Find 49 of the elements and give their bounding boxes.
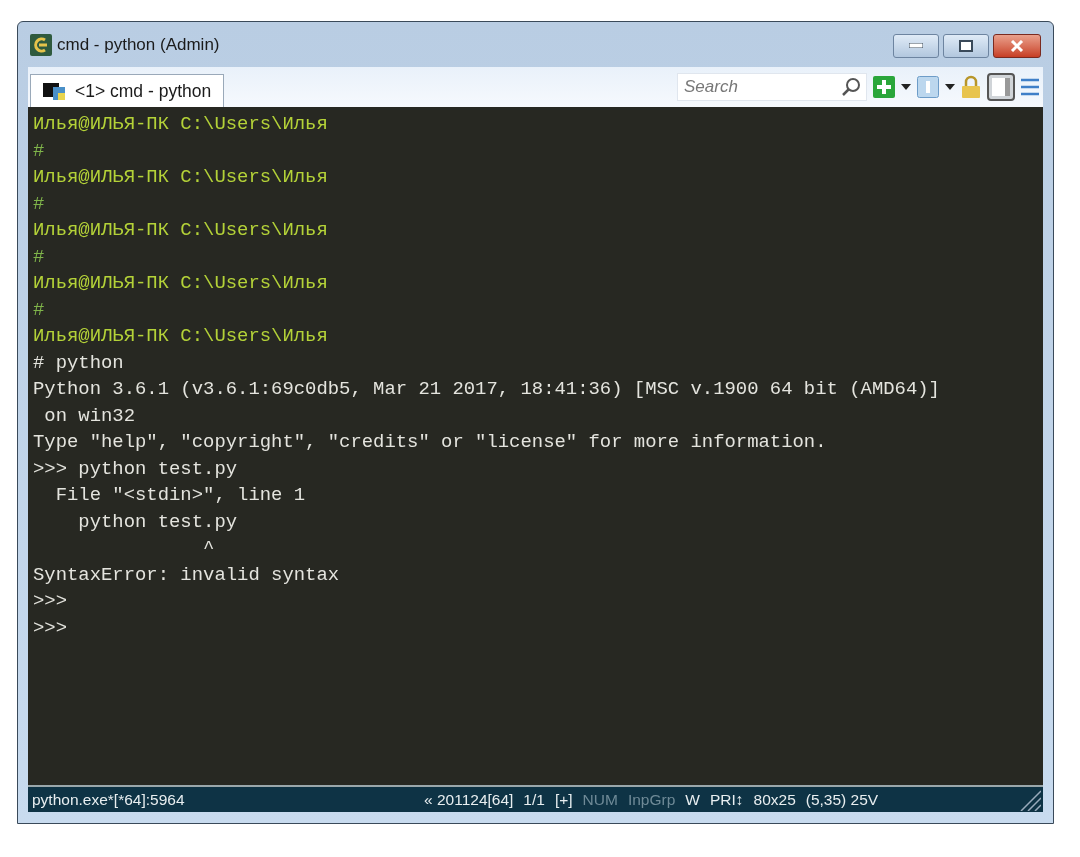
console-line: Илья@ИЛЬЯ-ПК C:\Users\Илья — [33, 218, 328, 243]
status-item: 80x25 — [753, 789, 796, 810]
console-line: Python 3.6.1 (v3.6.1:69c0db5, Mar 21 2017, 18:41:36) [MSC v.1900 64 bit (AMD64)] — [33, 377, 940, 402]
caret-icon[interactable] — [945, 84, 955, 90]
close-button[interactable] — [993, 33, 1041, 58]
console-line: # python — [33, 350, 124, 376]
menu-icon[interactable] — [1021, 78, 1039, 96]
window-title: cmd - python (Admin) — [57, 33, 220, 56]
console-line: # — [33, 191, 45, 217]
console-line: python test.py — [77, 509, 238, 535]
console-line: SyntaxError: invalid syntax — [33, 562, 340, 588]
status-item: PRI↕ — [709, 789, 744, 810]
status-item: (5,35) 25V — [805, 789, 879, 810]
console-line: >>> python test.py — [33, 456, 238, 482]
console-line: >>> — [33, 589, 67, 614]
panel-icon[interactable] — [987, 73, 1015, 101]
console-line: Илья@ИЛЬЯ-ПК C:\Users\Илья — [33, 324, 328, 349]
status-item: W — [685, 789, 700, 810]
lock-icon[interactable] — [961, 75, 981, 99]
console-line: >>> — [33, 615, 67, 641]
console-line: Type "help", "copyright", "credits" or "license" for more information. — [33, 430, 827, 455]
console-line: File "<stdin>", line 1 — [54, 483, 306, 508]
status-item: [+] — [554, 789, 573, 810]
console-line: Илья@ИЛЬЯ-ПК C:\Users\Илья — [33, 165, 328, 190]
close-icon — [1010, 39, 1024, 52]
search-icon — [841, 77, 861, 97]
status-item: 1/1 — [523, 789, 545, 810]
status-item: InpGrp — [627, 789, 676, 810]
console-line: on win32 — [43, 403, 136, 429]
caret-icon[interactable] — [901, 84, 911, 90]
status-item: « 201124[64] — [424, 789, 514, 810]
minimize-icon — [909, 43, 923, 48]
status-item: NUM — [582, 789, 618, 810]
console-line: # — [33, 138, 45, 164]
console-line: Илья@ИЛЬЯ-ПК C:\Users\Илья — [33, 271, 328, 296]
maximize-icon — [959, 39, 973, 52]
minimize-button[interactable] — [893, 33, 939, 58]
split-view-icon[interactable] — [917, 76, 939, 98]
console-line: # — [33, 244, 45, 270]
console-line: # — [33, 297, 45, 323]
plus-icon[interactable] — [873, 76, 895, 98]
search-field[interactable]: Search — [677, 73, 867, 101]
console-line: ^ — [202, 536, 215, 561]
console-line: Илья@ИЛЬЯ-ПК C:\Users\Илья — [33, 112, 328, 137]
tab[interactable]: <1> cmd - python — [30, 74, 225, 107]
process-label: python.exe*[*64]:5964 — [32, 789, 186, 810]
app-logo-icon — [30, 33, 52, 56]
console-icon — [43, 81, 67, 101]
maximize-button[interactable] — [943, 33, 989, 58]
